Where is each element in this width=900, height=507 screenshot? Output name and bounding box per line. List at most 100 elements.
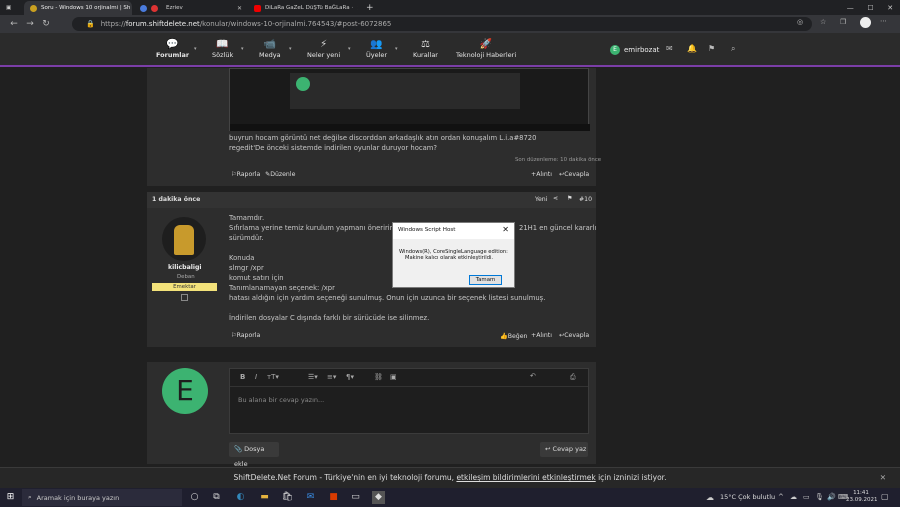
post-text: regedit'De önceki sistemde indirilen oyu… <box>229 144 437 152</box>
close-icon[interactable]: ✕ <box>237 5 242 12</box>
nav-kurallar[interactable]: ⚖ Kurallar <box>413 39 438 59</box>
search-icon[interactable]: ⌕ <box>731 44 735 54</box>
post-card: buyrun hocam görüntü net değilse discord… <box>147 68 601 186</box>
close-icon[interactable]: ✕ <box>880 468 886 488</box>
paragraph-icon[interactable]: ¶▾ <box>346 373 354 381</box>
align-icon[interactable]: ≡▾ <box>327 373 336 381</box>
bell-icon[interactable]: 🔔 <box>687 44 697 53</box>
list-icon[interactable]: ☰▾ <box>308 373 318 381</box>
close-icon[interactable]: ✕ <box>502 225 509 234</box>
tab-youtube[interactable]: DiLaRa GaZeL DüŞTü BaĞLaRa · ✕ <box>248 1 358 15</box>
users-icon: 👥 <box>370 39 383 50</box>
chevron-down-icon[interactable]: ▾ <box>241 46 244 52</box>
minimize-icon[interactable]: — <box>847 4 854 12</box>
cortana-icon[interactable]: ○ <box>188 491 201 504</box>
app-icon[interactable]: ◆ <box>372 491 385 504</box>
maximize-icon[interactable]: ☐ <box>867 4 873 12</box>
bookmark-icon[interactable]: ⚑ <box>567 195 573 202</box>
tab-forum[interactable]: Soru - Windows 10 orjinalmi | Sh ✕ <box>24 1 132 15</box>
nav-label: Forumlar <box>156 51 190 59</box>
nav-sozluk[interactable]: 📖 Sözlük <box>212 39 233 59</box>
tracking-icon[interactable]: ◎ <box>797 18 803 26</box>
mail-icon[interactable]: ✉ <box>304 491 317 504</box>
taskbar-search-box[interactable]: ⌕ Aramak için buraya yazın <box>22 489 182 506</box>
microphone-icon[interactable]: 🎙 <box>815 493 824 501</box>
ok-button[interactable]: Tamam <box>469 275 502 285</box>
chevron-up-icon[interactable]: ^ <box>778 493 784 501</box>
edit-button[interactable]: ✎Düzenle <box>265 171 295 178</box>
notification-center-icon[interactable]: ▢ <box>881 492 889 501</box>
reply-button[interactable]: ↩Cevapla <box>559 332 589 339</box>
user-menu[interactable]: E emirbozat <box>610 45 659 55</box>
address-bar[interactable]: 🔒 https://forum.shiftdelete.net/konular/… <box>72 17 812 31</box>
mail-icon[interactable]: ✉ <box>666 44 673 53</box>
back-icon[interactable]: ← <box>6 19 22 29</box>
new-tab-button[interactable]: + <box>360 1 374 15</box>
post-time[interactable]: 1 dakika önce <box>152 196 200 203</box>
post-text: İndirilen dosyalar C dışında farklı bir … <box>229 314 430 322</box>
close-window-icon[interactable]: ✕ <box>887 4 893 12</box>
onedrive-icon[interactable]: ☁ <box>790 493 797 501</box>
submit-reply-button[interactable]: ↩ Cevap yaz <box>540 442 588 457</box>
forum-icon: 💬 <box>166 39 179 50</box>
tab-pinned[interactable] <box>134 1 160 15</box>
forward-icon[interactable]: → <box>22 19 38 29</box>
task-view-icon[interactable]: ⧉ <box>210 491 223 504</box>
volume-icon[interactable]: 🔊 <box>827 493 836 501</box>
image-icon[interactable]: ▣ <box>390 373 397 381</box>
like-button[interactable]: 👍Beğen <box>500 332 527 340</box>
post-text: Sıfırlama yerine temiz kurulum yapmanı ö… <box>229 224 408 232</box>
clock[interactable]: 11:41 23.09.2021 <box>846 490 878 504</box>
nav-medya[interactable]: 📹 Medya <box>259 39 281 59</box>
report-button[interactable]: ⚐Raporla <box>231 171 260 178</box>
bold-icon[interactable]: B <box>240 373 245 381</box>
office-icon[interactable]: ■ <box>327 491 340 504</box>
nav-uyeler[interactable]: 👥 Üyeler <box>366 39 387 59</box>
nav-forumlar[interactable]: 💬 Forumlar <box>156 39 189 59</box>
report-button[interactable]: ⚐Raporla <box>231 332 260 339</box>
network-icon[interactable]: ▭ <box>803 493 810 501</box>
link-icon[interactable]: ⛓ <box>374 373 383 381</box>
tab-actions-button[interactable]: ▣ <box>0 1 22 15</box>
profile-avatar[interactable] <box>860 17 871 28</box>
close-icon[interactable]: ✕ <box>357 5 358 12</box>
refresh-icon[interactable]: ↻ <box>38 19 54 29</box>
file-explorer-icon[interactable]: ▬ <box>258 491 271 504</box>
post-number[interactable]: #10 <box>579 196 592 203</box>
more-icon[interactable]: ⋯ <box>880 17 887 25</box>
tab-ezriev[interactable]: Ezriev ✕ <box>160 1 248 15</box>
chevron-down-icon[interactable]: ▾ <box>194 46 197 52</box>
scales-icon: ⚖ <box>421 39 430 50</box>
text-size-icon[interactable]: тT▾ <box>267 373 279 381</box>
italic-icon[interactable]: I <box>255 373 257 381</box>
chevron-down-icon[interactable]: ▾ <box>348 46 351 52</box>
author-name[interactable]: kilicbaligi <box>168 264 202 271</box>
chevron-down-icon[interactable]: ▾ <box>289 46 292 52</box>
nav-label: Neler yeni <box>307 51 341 59</box>
quote-button[interactable]: +Alıntı <box>531 332 552 339</box>
report-label: Raporla <box>236 332 261 339</box>
undo-icon[interactable]: ↶ <box>530 372 536 380</box>
url-path: /konular/windows-10-orjinalmi.764543/#po… <box>199 20 392 28</box>
bookmark-icon[interactable]: ⚑ <box>708 44 715 53</box>
nav-teknoloji-haberleri[interactable]: 🚀 Teknoloji Haberleri <box>456 39 516 59</box>
chevron-down-icon[interactable]: ▾ <box>395 46 398 52</box>
preview-icon[interactable]: ⎙ <box>570 373 576 382</box>
browser-tab-strip: ▣ Soru - Windows 10 orjinalmi | Sh ✕ Ezr… <box>0 0 900 15</box>
weather-text[interactable]: 15°C Çok bulutlu <box>720 493 775 501</box>
reply-button[interactable]: ↩Cevapla <box>559 171 589 178</box>
store-icon[interactable]: 🛍 <box>281 491 294 504</box>
reply-input[interactable]: Bu alana bir cevap yazın... <box>238 396 324 404</box>
edge-icon[interactable]: ◐ <box>234 491 247 504</box>
attach-file-button[interactable]: 📎 Dosya ekle <box>229 442 279 468</box>
avatar[interactable] <box>162 217 206 261</box>
collections-icon[interactable]: ❐ <box>840 18 846 26</box>
nav-neler-yeni[interactable]: ⚡ Neler yeni <box>307 39 340 59</box>
windows-start-icon[interactable]: ⊞ <box>4 491 17 504</box>
quote-button[interactable]: +Alıntı <box>531 171 552 178</box>
terminal-icon[interactable]: ▭ <box>349 491 362 504</box>
favorite-star-icon[interactable]: ☆ <box>820 18 826 26</box>
share-icon[interactable]: ⋖ <box>553 195 558 202</box>
search-icon: ⌕ <box>28 493 32 501</box>
enable-notifications-link[interactable]: etkileşim bildirimlerini etkinleştirmek <box>456 473 595 482</box>
